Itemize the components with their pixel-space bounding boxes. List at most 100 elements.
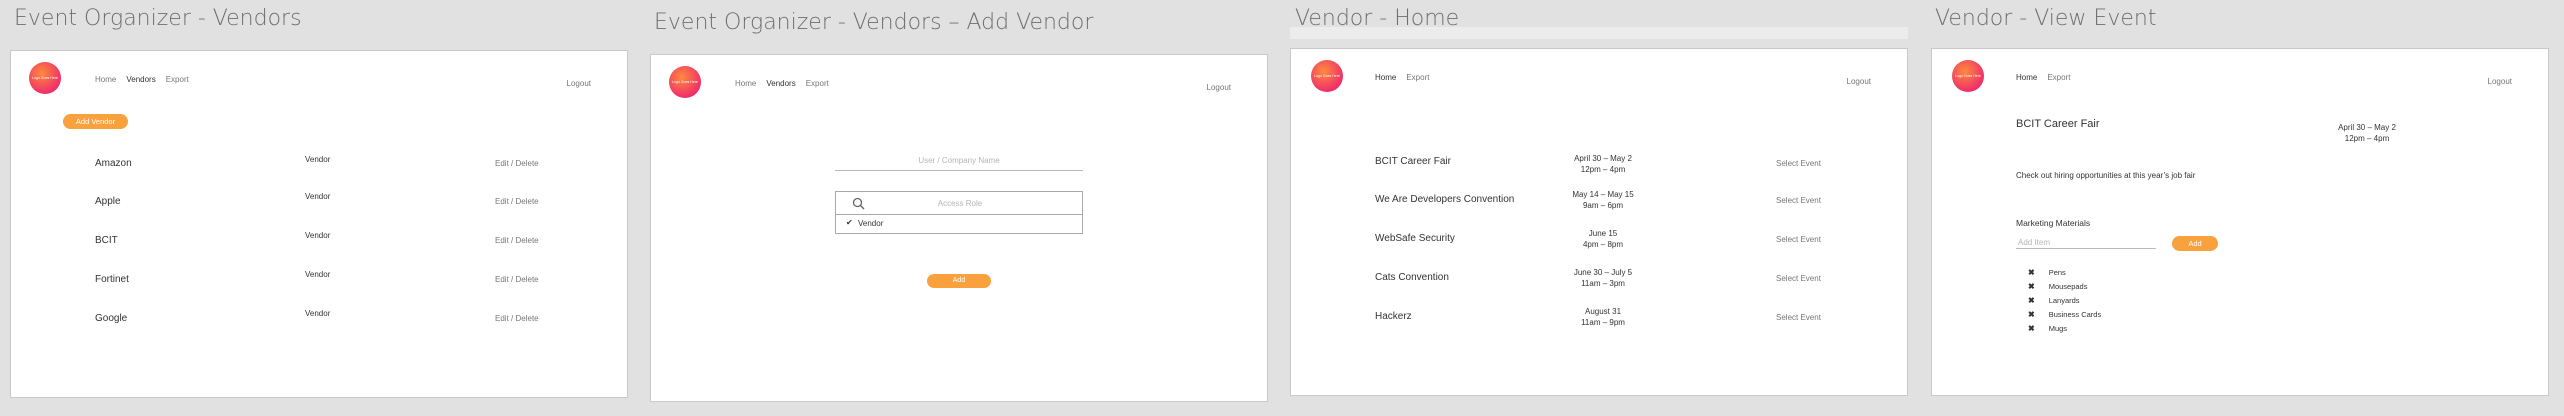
remove-icon[interactable]: ✖ <box>2028 296 2035 305</box>
add-button[interactable]: Add <box>927 274 991 288</box>
logo[interactable]: Logo Goes Here <box>29 62 61 94</box>
material-label: Lanyards <box>2048 296 2080 305</box>
access-role-option[interactable]: ✔ Vendor <box>835 214 1083 234</box>
nav-export[interactable]: Export <box>806 79 829 88</box>
logo[interactable]: Logo Goes Here <box>669 66 701 98</box>
logo-text: Logo Goes Here <box>1314 73 1340 78</box>
event-time-range: 12pm – 4pm <box>1580 165 1626 174</box>
vendor-actions: Edit / Delete <box>495 197 539 206</box>
vendor-name: BCIT <box>95 235 118 246</box>
delete-link[interactable]: Delete <box>516 197 539 206</box>
nav-bar: Home Vendors Export <box>735 79 829 88</box>
list-item: ✖ Mousepads <box>2028 282 2101 291</box>
artboard-add-vendor: Logo Goes Here Home Vendors Export Logou… <box>650 54 1268 402</box>
list-item: ✖ Pens <box>2028 268 2101 277</box>
edit-link[interactable]: Edit <box>495 275 509 284</box>
logout-link[interactable]: Logout <box>1847 77 1871 86</box>
access-role-option-label: Vendor <box>858 219 884 228</box>
event-title: BCIT Career Fair <box>2016 118 2100 130</box>
nav-export[interactable]: Export <box>166 75 189 84</box>
vendor-actions: Edit / Delete <box>495 159 539 168</box>
nav-home[interactable]: Home <box>735 79 756 88</box>
delete-link[interactable]: Delete <box>516 159 539 168</box>
list-item: ✖ Mugs <box>2028 324 2101 333</box>
event-date-range: June 15 <box>1588 229 1618 238</box>
event-dates: August 31 11am – 9pm <box>1553 306 1653 328</box>
event-time-range: 11am – 9pm <box>1581 318 1625 327</box>
logout-link[interactable]: Logout <box>1207 83 1231 92</box>
vendor-role: Vendor <box>305 155 331 164</box>
list-item: ✖ Lanyards <box>2028 296 2101 305</box>
material-label: Business Cards <box>2048 310 2102 319</box>
nav-bar: Home Export <box>2016 73 2070 82</box>
logo-text: Logo Goes Here <box>32 75 58 80</box>
event-name: WebSafe Security <box>1375 233 1455 244</box>
edit-link[interactable]: Edit <box>495 197 509 206</box>
event-date-range: April 30 – May 2 <box>2338 123 2396 132</box>
vendor-actions: Edit / Delete <box>495 236 539 245</box>
material-label: Pens <box>2048 268 2066 277</box>
nav-home[interactable]: Home <box>2016 73 2037 82</box>
event-time-range: 12pm – 4pm <box>2344 134 2390 143</box>
add-vendor-button[interactable]: Add Vendor <box>63 114 128 129</box>
materials-heading: Marketing Materials <box>2016 218 2091 228</box>
event-name: BCIT Career Fair <box>1375 156 1451 167</box>
vendor-actions: Edit / Delete <box>495 314 539 323</box>
logo-text: Logo Goes Here <box>1955 73 1981 78</box>
delete-link[interactable]: Delete <box>516 314 539 323</box>
event-time-range: 9am – 6pm <box>1582 201 1624 210</box>
event-name: We Are Developers Convention <box>1375 194 1515 205</box>
select-event-link[interactable]: Select Event <box>1776 196 1821 205</box>
edit-link[interactable]: Edit <box>495 159 509 168</box>
logo[interactable]: Logo Goes Here <box>1311 60 1343 92</box>
logo-text: Logo Goes Here <box>672 79 698 84</box>
event-description: Check out hiring opportunities at this y… <box>2016 171 2196 180</box>
nav-home[interactable]: Home <box>1375 73 1396 82</box>
list-item: ✖ Business Cards <box>2028 310 2101 319</box>
vendor-name: Fortinet <box>95 274 129 285</box>
delete-link[interactable]: Delete <box>516 236 539 245</box>
select-event-link[interactable]: Select Event <box>1776 159 1821 168</box>
edit-link[interactable]: Edit <box>495 236 509 245</box>
name-field[interactable]: User / Company Name <box>835 153 1083 171</box>
nav-export[interactable]: Export <box>1406 73 1429 82</box>
materials-list: ✖ Pens ✖ Mousepads ✖ Lanyards ✖ Business Car… <box>2028 268 2101 333</box>
add-item-field[interactable]: Add Item <box>2016 235 2156 249</box>
frame-title-vendor-home: Vendor - Home <box>1295 6 1460 31</box>
event-name: Cats Convention <box>1375 272 1449 283</box>
add-item-button[interactable]: Add <box>2172 236 2218 251</box>
event-time-range: 11am – 3pm <box>1581 279 1625 288</box>
nav-export[interactable]: Export <box>2047 73 2070 82</box>
material-label: Mugs <box>2048 324 2068 333</box>
separator: / <box>511 275 514 284</box>
select-event-link[interactable]: Select Event <box>1776 313 1821 322</box>
vendor-role: Vendor <box>305 231 331 240</box>
delete-link[interactable]: Delete <box>516 275 539 284</box>
remove-icon[interactable]: ✖ <box>2028 310 2035 319</box>
vendor-role: Vendor <box>305 192 331 201</box>
event-dates: April 30 – May 2 12pm – 4pm <box>2317 122 2417 144</box>
add-item-placeholder: Add Item <box>2018 238 2051 247</box>
select-event-link[interactable]: Select Event <box>1776 274 1821 283</box>
event-dates: June 30 – July 5 11am – 3pm <box>1553 267 1653 289</box>
edit-link[interactable]: Edit <box>495 314 509 323</box>
nav-vendors[interactable]: Vendors <box>766 79 795 88</box>
separator: / <box>511 159 514 168</box>
artboard-view-event: Logo Goes Here Home Export Logout BCIT C… <box>1931 48 2549 396</box>
access-role-select[interactable]: Access Role <box>835 191 1083 215</box>
nav-vendors[interactable]: Vendors <box>126 75 155 84</box>
remove-icon[interactable]: ✖ <box>2028 282 2035 291</box>
event-name: Hackerz <box>1375 311 1412 322</box>
separator: / <box>511 314 514 323</box>
logo[interactable]: Logo Goes Here <box>1952 60 1984 92</box>
logout-link[interactable]: Logout <box>2488 77 2512 86</box>
vendor-role: Vendor <box>305 270 331 279</box>
event-time-range: 4pm – 8pm <box>1582 240 1624 249</box>
select-event-link[interactable]: Select Event <box>1776 235 1821 244</box>
logout-link[interactable]: Logout <box>567 79 591 88</box>
remove-icon[interactable]: ✖ <box>2028 268 2035 277</box>
vendor-role: Vendor <box>305 309 331 318</box>
nav-home[interactable]: Home <box>95 75 116 84</box>
event-dates: April 30 – May 2 12pm – 4pm <box>1553 153 1653 175</box>
remove-icon[interactable]: ✖ <box>2028 324 2035 333</box>
